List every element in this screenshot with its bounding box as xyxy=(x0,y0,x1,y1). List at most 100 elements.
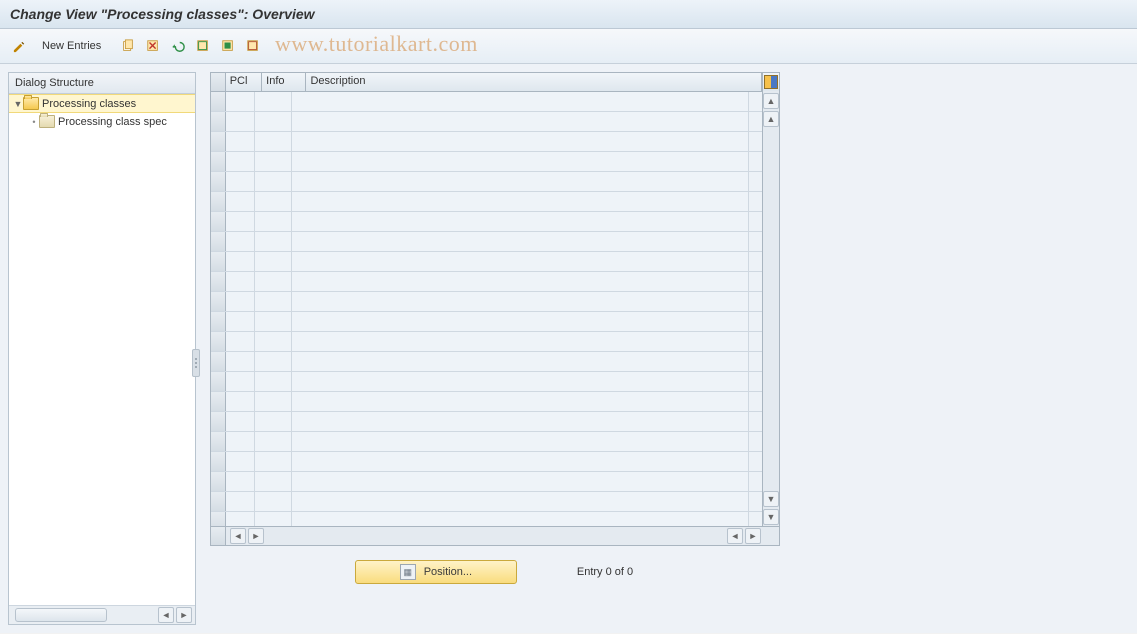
select-all-button[interactable] xyxy=(192,35,214,57)
undo-change-button[interactable] xyxy=(167,35,189,57)
column-header-info[interactable]: Info xyxy=(262,73,306,91)
cell-info[interactable] xyxy=(255,412,292,431)
cell-description[interactable] xyxy=(292,92,749,111)
cell-description[interactable] xyxy=(292,132,749,151)
table-row[interactable] xyxy=(211,232,779,252)
cell-description[interactable] xyxy=(292,212,749,231)
table-row[interactable] xyxy=(211,312,779,332)
cell-info[interactable] xyxy=(255,492,292,511)
table-row[interactable] xyxy=(211,292,779,312)
cell-info[interactable] xyxy=(255,472,292,491)
table-scroll-right-button[interactable]: ► xyxy=(248,528,264,544)
cell-pcl[interactable] xyxy=(226,352,255,371)
expand-icon[interactable]: • xyxy=(29,117,39,127)
cell-pcl[interactable] xyxy=(226,292,255,311)
table-row[interactable] xyxy=(211,212,779,232)
table-scroll-right-button-2[interactable]: ► xyxy=(745,528,761,544)
cell-pcl[interactable] xyxy=(226,192,255,211)
cell-info[interactable] xyxy=(255,192,292,211)
cell-pcl[interactable] xyxy=(226,232,255,251)
table-row[interactable] xyxy=(211,192,779,212)
row-selector[interactable] xyxy=(211,412,226,431)
row-selector[interactable] xyxy=(211,132,226,151)
cell-pcl[interactable] xyxy=(226,172,255,191)
cell-pcl[interactable] xyxy=(226,212,255,231)
copy-as-button[interactable] xyxy=(117,35,139,57)
select-block-button[interactable] xyxy=(217,35,239,57)
cell-description[interactable] xyxy=(292,312,749,331)
cell-pcl[interactable] xyxy=(226,412,255,431)
position-button[interactable]: ▦ Position... xyxy=(355,560,517,584)
cell-info[interactable] xyxy=(255,252,292,271)
table-row[interactable] xyxy=(211,452,779,472)
cell-pcl[interactable] xyxy=(226,112,255,131)
table-row[interactable] xyxy=(211,372,779,392)
cell-pcl[interactable] xyxy=(226,332,255,351)
table-configure-button[interactable] xyxy=(762,73,779,91)
cell-info[interactable] xyxy=(255,132,292,151)
cell-description[interactable] xyxy=(292,172,749,191)
cell-pcl[interactable] xyxy=(226,392,255,411)
row-selector[interactable] xyxy=(211,312,226,331)
row-selector[interactable] xyxy=(211,272,226,291)
cell-description[interactable] xyxy=(292,252,749,271)
cell-pcl[interactable] xyxy=(226,372,255,391)
table-vertical-scrollbar[interactable]: ▲ ▲ ▼ ▼ xyxy=(762,91,779,527)
table-row[interactable] xyxy=(211,152,779,172)
cell-info[interactable] xyxy=(255,172,292,191)
table-scroll-up-button[interactable]: ▲ xyxy=(763,93,779,109)
table-row[interactable] xyxy=(211,412,779,432)
table-scroll-left-button-2[interactable]: ◄ xyxy=(727,528,743,544)
cell-pcl[interactable] xyxy=(226,472,255,491)
row-selector[interactable] xyxy=(211,252,226,271)
cell-pcl[interactable] xyxy=(226,132,255,151)
cell-description[interactable] xyxy=(292,152,749,171)
cell-pcl[interactable] xyxy=(226,452,255,471)
cell-pcl[interactable] xyxy=(226,252,255,271)
table-scroll-left-button[interactable]: ◄ xyxy=(230,528,246,544)
column-header-description[interactable]: Description xyxy=(306,73,762,91)
row-selector[interactable] xyxy=(211,472,226,491)
cell-info[interactable] xyxy=(255,372,292,391)
row-selector[interactable] xyxy=(211,372,226,391)
deselect-all-button[interactable] xyxy=(242,35,264,57)
row-selector[interactable] xyxy=(211,232,226,251)
table-row[interactable] xyxy=(211,172,779,192)
cell-description[interactable] xyxy=(292,332,749,351)
row-selector[interactable] xyxy=(211,292,226,311)
cell-info[interactable] xyxy=(255,92,292,111)
tree-node[interactable]: ▼Processing classes xyxy=(9,94,195,113)
cell-pcl[interactable] xyxy=(226,272,255,291)
cell-info[interactable] xyxy=(255,272,292,291)
splitter-handle[interactable] xyxy=(192,349,200,377)
cell-description[interactable] xyxy=(292,192,749,211)
cell-description[interactable] xyxy=(292,472,749,491)
cell-description[interactable] xyxy=(292,432,749,451)
table-row[interactable] xyxy=(211,472,779,492)
table-row[interactable] xyxy=(211,132,779,152)
cell-description[interactable] xyxy=(292,272,749,291)
cell-info[interactable] xyxy=(255,152,292,171)
row-selector[interactable] xyxy=(211,352,226,371)
delete-button[interactable] xyxy=(142,35,164,57)
row-selector[interactable] xyxy=(211,192,226,211)
cell-pcl[interactable] xyxy=(226,492,255,511)
cell-description[interactable] xyxy=(292,232,749,251)
table-row[interactable] xyxy=(211,252,779,272)
table-scroll-down-button[interactable]: ▼ xyxy=(763,491,779,507)
tree-horizontal-scrollbar[interactable]: ◄ ► xyxy=(9,605,195,624)
row-selector[interactable] xyxy=(211,112,226,131)
table-row[interactable] xyxy=(211,92,779,112)
cell-info[interactable] xyxy=(255,312,292,331)
row-selector[interactable] xyxy=(211,332,226,351)
cell-pcl[interactable] xyxy=(226,92,255,111)
row-selector[interactable] xyxy=(211,492,226,511)
row-selector[interactable] xyxy=(211,452,226,471)
row-selector-header[interactable] xyxy=(211,73,226,91)
cell-description[interactable] xyxy=(292,112,749,131)
cell-info[interactable] xyxy=(255,392,292,411)
table-scroll-down-button-2[interactable]: ▼ xyxy=(763,509,779,525)
table-row[interactable] xyxy=(211,492,779,512)
table-scroll-up-button-2[interactable]: ▲ xyxy=(763,111,779,127)
table-row[interactable] xyxy=(211,332,779,352)
